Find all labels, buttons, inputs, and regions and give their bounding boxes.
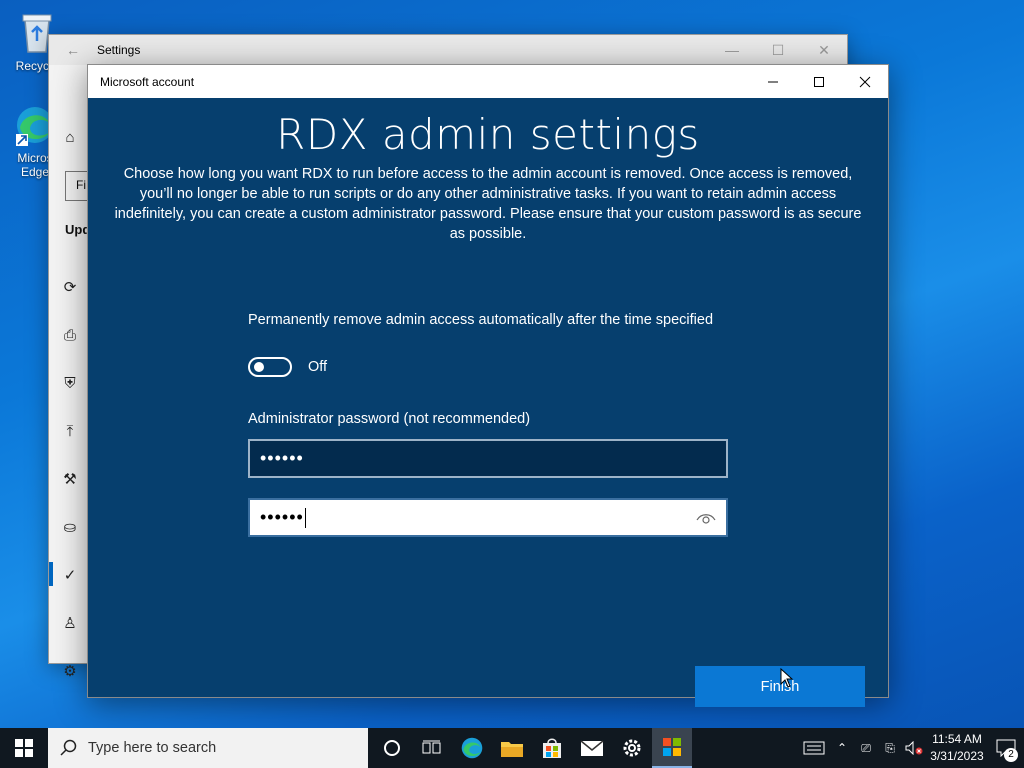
edge-taskbar-button[interactable]: [452, 728, 492, 768]
password-value: ••••••: [260, 448, 304, 468]
network-icon[interactable]: ⎘: [878, 728, 902, 768]
password-field[interactable]: ••••••: [248, 439, 728, 478]
settings-titlebar: ← Settings — ☐ ✕: [49, 35, 847, 65]
page-title: RDX admin settings: [276, 110, 700, 159]
toggle-knob: [254, 362, 264, 372]
search-placeholder: Type here to search: [88, 740, 217, 756]
taskbar: Type here to search ⌃ ⎚ ⎘ 11:54 AM 3/31/…: [0, 728, 1024, 768]
file-explorer-button[interactable]: [492, 728, 532, 768]
confirm-password-field[interactable]: ••••••: [248, 498, 728, 537]
task-view-button[interactable]: [412, 728, 452, 768]
windows-logo-icon: [15, 739, 33, 757]
action-center-button[interactable]: 2: [988, 728, 1024, 768]
system-clock[interactable]: 11:54 AM 3/31/2023: [926, 731, 988, 765]
mail-button[interactable]: [572, 728, 612, 768]
toggle-label: Permanently remove admin access automati…: [248, 312, 714, 328]
task-view-icon: [422, 740, 441, 754]
mail-icon: [580, 740, 604, 756]
active-indicator: [49, 562, 53, 586]
remove-access-toggle[interactable]: [248, 357, 292, 377]
desktop-icon-label-line2: Edge: [20, 165, 50, 179]
volume-muted-icon[interactable]: [902, 728, 926, 768]
notification-count-badge: 2: [1004, 748, 1018, 762]
delivery-icon[interactable]: ⎙: [61, 327, 79, 345]
minimize-icon[interactable]: —: [709, 42, 755, 58]
keyboard-glyph-icon: [803, 741, 825, 755]
find-setting-fragment: Fi: [76, 178, 86, 192]
mouse-cursor-icon: [780, 667, 794, 693]
developer-icon[interactable]: ⚙: [61, 663, 79, 681]
maximize-icon: [814, 76, 824, 87]
meet-now-icon[interactable]: ⎚: [854, 728, 878, 768]
close-icon[interactable]: ✕: [801, 42, 847, 59]
settings-window-title: Settings: [97, 43, 141, 57]
description-text: Choose how long you want RDX to run befo…: [114, 166, 862, 242]
dialog-body: RDX admin settings Choose how long you w…: [88, 98, 888, 707]
activation-icon[interactable]: ✓: [61, 567, 79, 585]
sync-icon[interactable]: ⟳: [61, 279, 79, 297]
backup-icon[interactable]: ⤒: [61, 423, 79, 441]
confirm-password-value: ••••••: [260, 507, 304, 527]
clock-date: 3/31/2023: [930, 749, 984, 763]
chevron-up-icon[interactable]: ⌃: [830, 728, 854, 768]
maximize-icon[interactable]: ☐: [755, 42, 801, 59]
settings-icon: [623, 739, 641, 757]
minimize-button[interactable]: [750, 65, 796, 98]
start-button[interactable]: [0, 728, 48, 768]
reveal-password-icon[interactable]: [696, 510, 716, 531]
cortana-button[interactable]: [372, 728, 412, 768]
home-icon[interactable]: ⌂: [61, 129, 79, 147]
dialog-window-title: Microsoft account: [100, 74, 195, 89]
close-icon: [859, 76, 871, 87]
microsoft-account-icon: [663, 738, 681, 756]
clock-time: 11:54 AM: [932, 732, 982, 746]
troubleshoot-icon[interactable]: ⚒: [61, 471, 79, 489]
minimize-icon: [768, 81, 778, 82]
file-explorer-icon: [501, 742, 523, 757]
store-icon: [543, 738, 561, 758]
back-arrow-icon[interactable]: ←: [49, 42, 97, 58]
close-button[interactable]: [842, 65, 888, 98]
shield-icon[interactable]: ⛨: [61, 375, 79, 393]
dialog-titlebar: Microsoft account: [88, 65, 888, 98]
taskbar-search-box[interactable]: Type here to search: [48, 728, 368, 768]
settings-taskbar-button[interactable]: [612, 728, 652, 768]
text-caret: [304, 507, 306, 528]
microsoft-account-dialog: Microsoft account RDX admin settings Cho…: [87, 64, 889, 707]
search-icon: [60, 739, 77, 756]
toggle-state-label: Off: [308, 359, 328, 375]
store-button[interactable]: [532, 728, 572, 768]
find-device-icon[interactable]: ♙: [61, 615, 79, 633]
keyboard-icon[interactable]: [798, 728, 830, 768]
recovery-icon[interactable]: ⛀: [61, 519, 79, 537]
password-label: Administrator password (not recommended): [248, 411, 531, 427]
maximize-button[interactable]: [796, 65, 842, 98]
edge-icon: [461, 737, 483, 759]
microsoft-account-taskbar-button[interactable]: [652, 728, 692, 768]
speaker-x-icon: [905, 741, 923, 755]
settings-sidebar: ⌂ Fi Upd ⟳ ⎙ ⛨ ⤒ ⚒ ⛀ ✓ ♙ ⚙: [49, 65, 95, 680]
cortana-icon: [384, 740, 400, 756]
